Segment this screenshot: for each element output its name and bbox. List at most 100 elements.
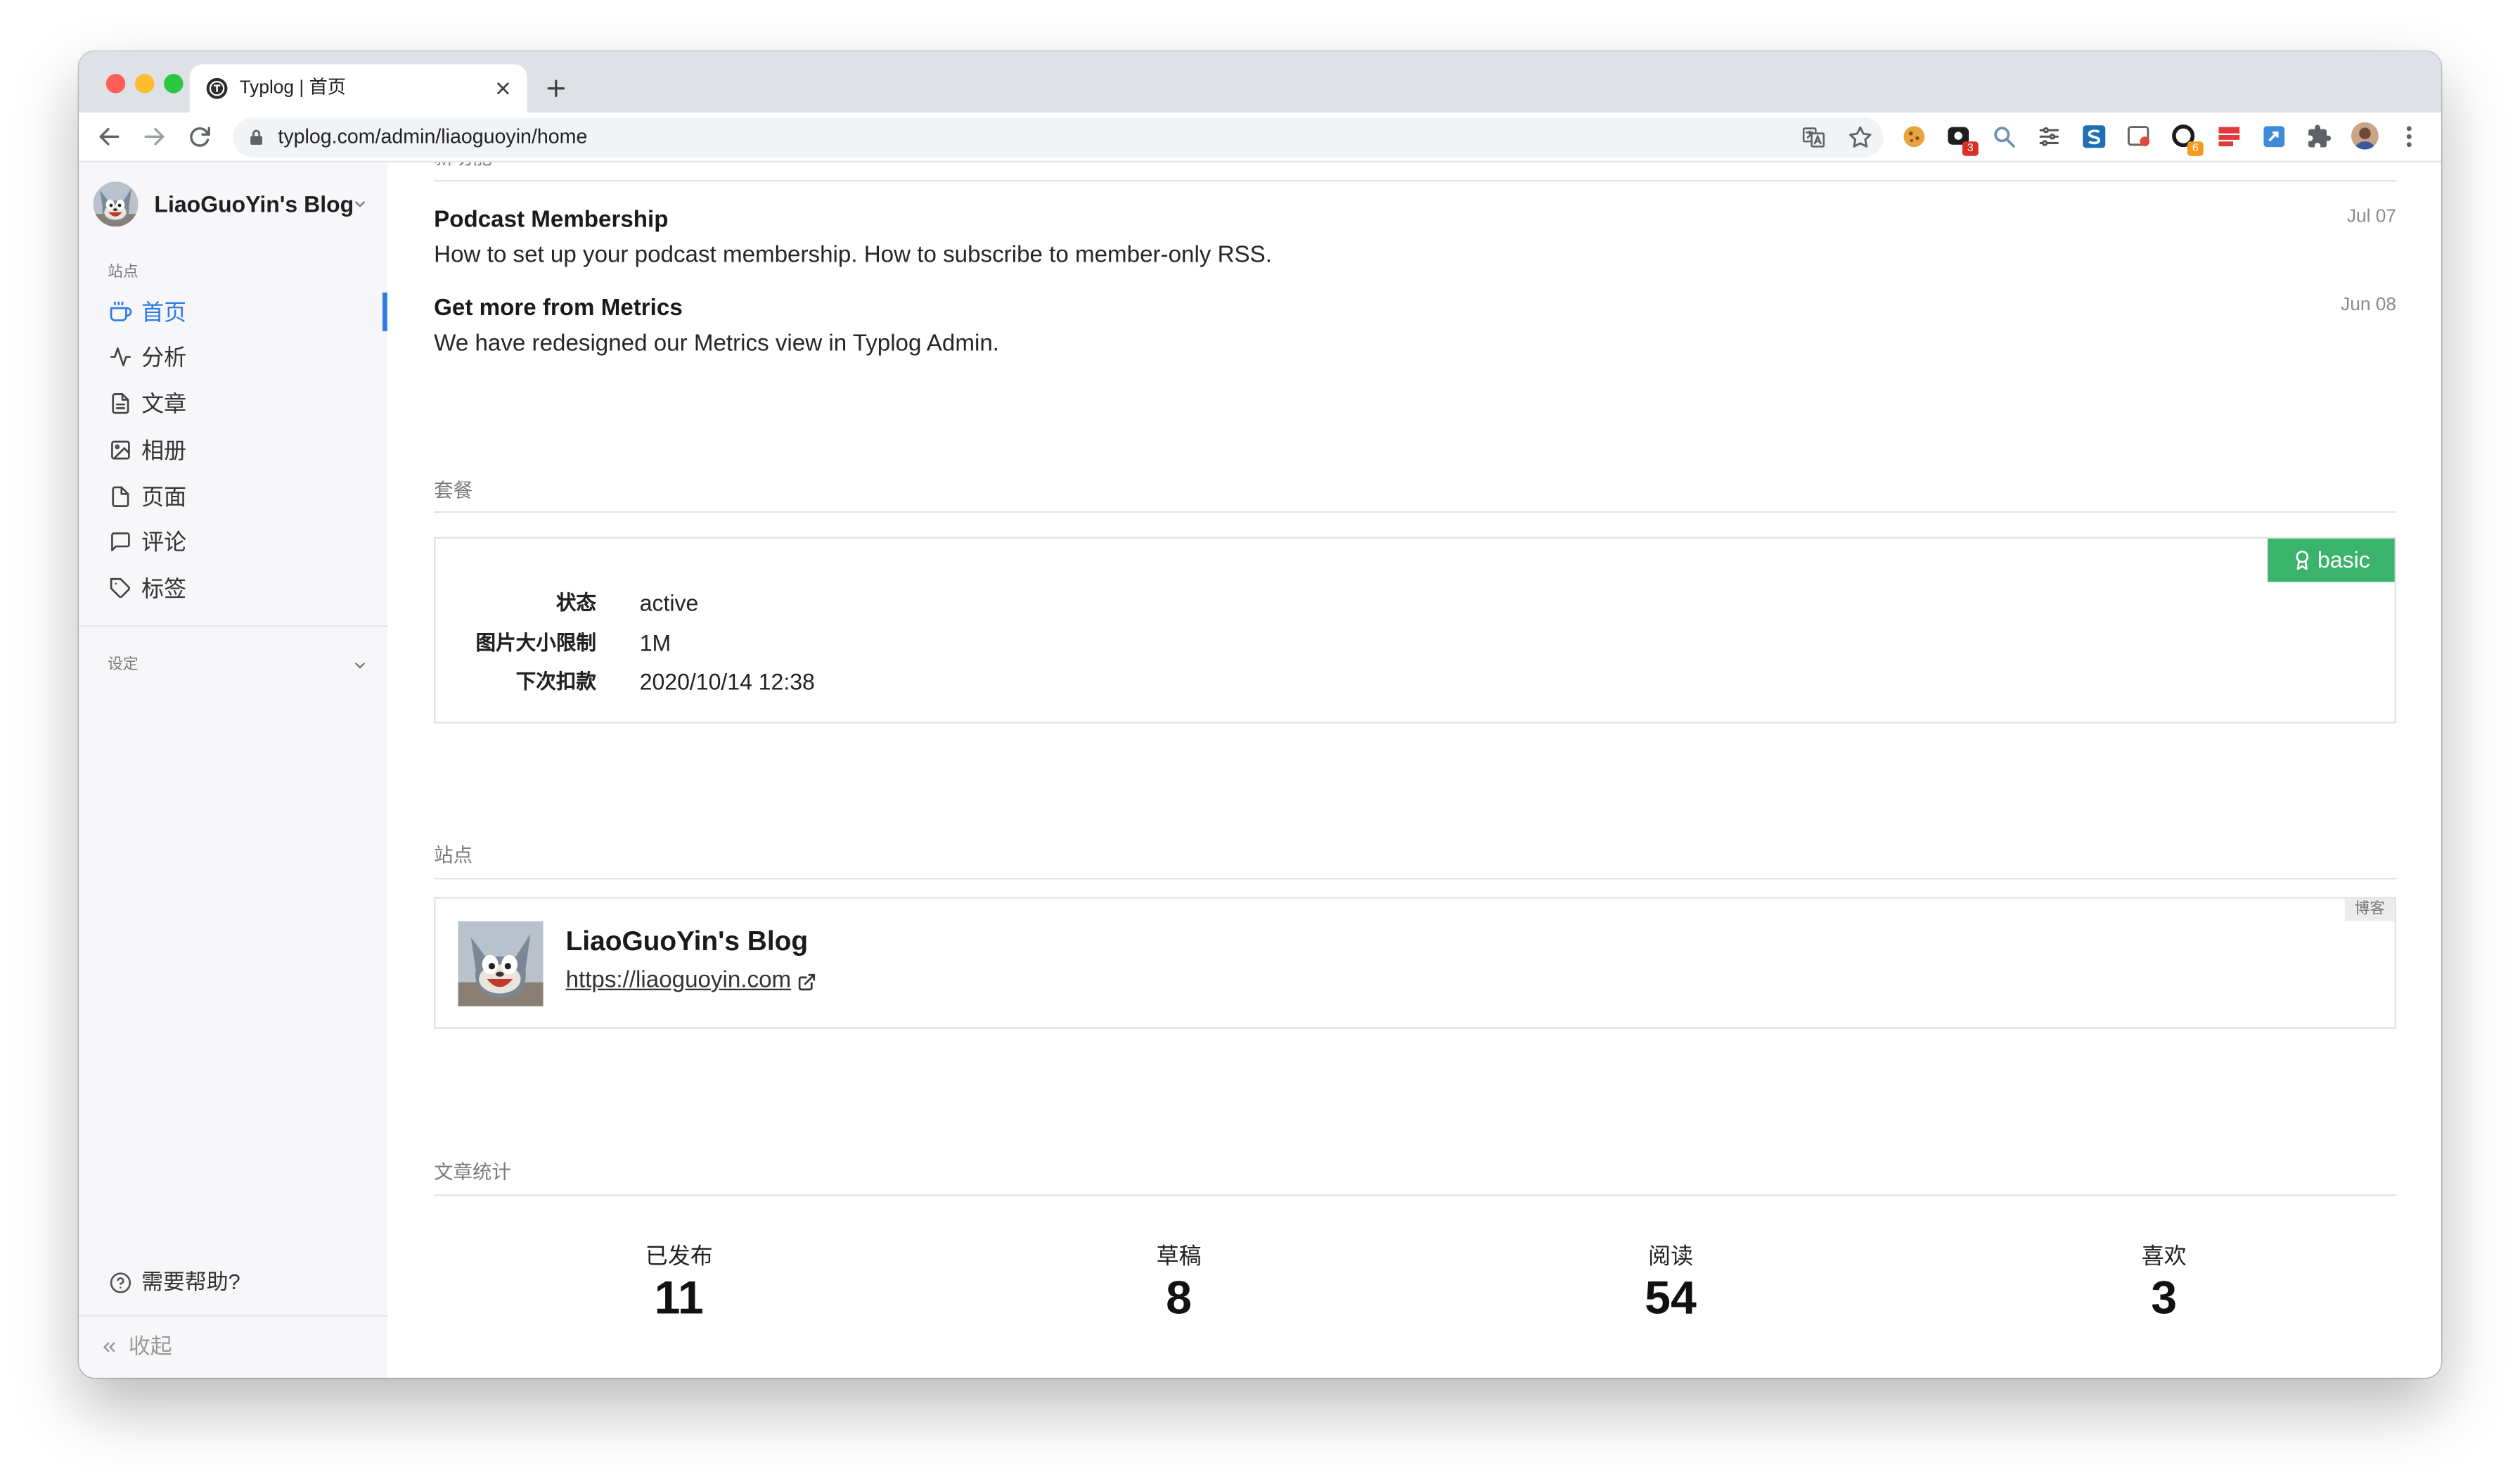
plan-status-label: 状态 [555, 591, 596, 615]
blog-switcher-name[interactable]: LiaoGuoYin's Blog [154, 188, 354, 220]
minimize-window-button[interactable] [134, 74, 155, 94]
section-title-news: 新功能 [434, 162, 491, 172]
section-divider [434, 1194, 2396, 1196]
plan-next-charge-value: 2020/10/14 12:38 [639, 668, 815, 695]
browser-window: Typlog | 首页 typlog.com/admin/liaoguoyin/… [78, 51, 2441, 1378]
plan-next-charge-label: 下次扣款 [515, 670, 596, 693]
plan-image-limit-value: 1M [639, 629, 671, 656]
sidebar-item-pages[interactable]: 页面 [79, 474, 387, 519]
collapse-sidebar-button[interactable]: 收起 [79, 1329, 387, 1364]
stat-value: 3 [2151, 1273, 2178, 1325]
file-icon [109, 485, 131, 508]
settings-section-toggle[interactable]: 设定 [108, 654, 138, 677]
back-arrow-icon[interactable] [96, 124, 122, 150]
address-bar[interactable]: typlog.com/admin/liaoguoyin/home [233, 117, 1884, 158]
sidebar-item-albums[interactable]: 相册 [79, 428, 387, 473]
site-name: LiaoGuoYin's Blog [565, 926, 809, 957]
sidebar-item-comments[interactable]: 评论 [79, 519, 387, 564]
news-item[interactable]: Podcast Membership Jul 07 How to set up … [434, 204, 2396, 275]
sidebar-divider [78, 625, 387, 627]
site-card: LiaoGuoYin's Blog https://liaoguoyin.com… [434, 897, 2396, 1029]
plan-badge-label: basic [2317, 546, 2370, 573]
coffee-cup-icon [109, 300, 132, 323]
sidebar-item-analytics[interactable]: 分析 [79, 334, 387, 379]
extension-badge-count: 6 [2187, 141, 2204, 156]
stat-value: 54 [1645, 1273, 1697, 1325]
section-divider [434, 511, 2396, 513]
sidebar-item-label: 标签 [141, 575, 187, 601]
tab-strip: Typlog | 首页 [78, 51, 2441, 113]
site-type-badge: 博客 [2344, 898, 2395, 921]
translate-icon[interactable] [1801, 125, 1825, 149]
fullscreen-window-button[interactable] [164, 74, 184, 94]
external-link-icon[interactable] [797, 973, 816, 992]
sidebar-item-home[interactable]: 首页 [79, 289, 387, 334]
browser-tab-active[interactable]: Typlog | 首页 [189, 64, 527, 113]
section-divider [434, 877, 2396, 880]
news-date: Jul 07 [2346, 207, 2396, 227]
chevrons-left-icon [100, 1338, 119, 1357]
tag-icon [109, 577, 131, 600]
sidebar-item-tags[interactable]: 标签 [79, 566, 387, 611]
puzzle-icon[interactable] [2306, 124, 2332, 150]
bookmark-star-icon[interactable] [1849, 125, 1872, 149]
sidebar-item-label: 相册 [141, 437, 187, 463]
s-logo-extension-icon[interactable] [2081, 124, 2107, 150]
close-window-button[interactable] [105, 74, 126, 94]
sidebar: LiaoGuoYin's Blog 站点 首页 分析 文章 相册 页面 评论 标… [78, 162, 387, 1378]
site-url-link[interactable]: https://liaoguoyin.com [566, 964, 792, 997]
help-label: 需要帮助? [141, 1269, 240, 1294]
sidebar-item-label: 页面 [141, 483, 187, 510]
typlog-logo-icon [206, 77, 229, 100]
plan-status-value: active [639, 589, 699, 616]
plan-image-limit-label: 图片大小限制 [475, 632, 596, 655]
circle-extension-icon[interactable]: 6 [2171, 124, 2204, 156]
cookie-icon[interactable] [1901, 124, 1927, 150]
plan-badge: basic [2268, 538, 2395, 582]
extension-badge-count: 3 [1962, 141, 1979, 156]
image-icon [109, 439, 131, 461]
section-divider [434, 179, 2396, 182]
new-tab-icon[interactable] [545, 77, 567, 100]
sidebar-divider [78, 1315, 387, 1317]
dark-square-extension-icon[interactable]: 3 [1946, 124, 1979, 156]
plan-card: basic 状态 active 图片大小限制 1M 下次扣款 2020/10/1… [434, 537, 2396, 724]
sidebar-section-label: 站点 [108, 263, 139, 281]
active-item-indicator [382, 292, 387, 331]
sidebar-item-posts[interactable]: 文章 [79, 381, 387, 426]
sidebar-item-label: 评论 [141, 528, 187, 555]
help-circle-icon [109, 1272, 131, 1294]
message-icon [109, 530, 131, 553]
screenshot-extension-icon[interactable] [2126, 124, 2152, 150]
main-panel: 新功能 Podcast Membership Jul 07 How to set… [387, 162, 2441, 1378]
more-vert-icon[interactable] [2396, 124, 2422, 150]
red-notes-extension-icon[interactable] [2216, 124, 2242, 150]
profile-avatar-icon[interactable] [2351, 122, 2379, 150]
sliders-icon[interactable] [2036, 124, 2062, 150]
chevron-down-icon[interactable] [352, 196, 368, 212]
news-description: We have redesigned our Metrics view in T… [434, 331, 999, 357]
stat-value: 8 [1166, 1273, 1192, 1325]
news-title[interactable]: Podcast Membership [434, 204, 668, 236]
close-tab-icon[interactable] [494, 79, 513, 98]
reload-icon[interactable] [186, 124, 212, 150]
news-title[interactable]: Get more from Metrics [434, 293, 683, 325]
news-item[interactable]: Get more from Metrics Jun 08 We have red… [434, 293, 2396, 364]
section-title-site: 站点 [434, 843, 473, 866]
blue-extension-icon[interactable] [2261, 124, 2287, 150]
news-date: Jun 08 [2341, 295, 2396, 315]
forward-arrow-icon[interactable] [141, 124, 167, 150]
file-text-icon [109, 392, 131, 415]
sidebar-item-label: 首页 [141, 299, 187, 325]
sidebar-item-label: 文章 [141, 390, 187, 416]
magnifier-extension-icon[interactable] [1991, 124, 2017, 150]
chevron-down-icon[interactable] [352, 658, 368, 674]
collapse-label: 收起 [128, 1334, 172, 1359]
blog-avatar[interactable] [94, 181, 139, 226]
url-text[interactable]: typlog.com/admin/liaoguoyin/home [278, 124, 587, 151]
activity-icon [109, 345, 131, 368]
main-inner: 新功能 Podcast Membership Jul 07 How to set… [434, 162, 2396, 1378]
help-link[interactable]: 需要帮助? [79, 1265, 387, 1300]
lock-icon[interactable] [248, 129, 265, 146]
site-avatar-image [458, 921, 543, 1006]
